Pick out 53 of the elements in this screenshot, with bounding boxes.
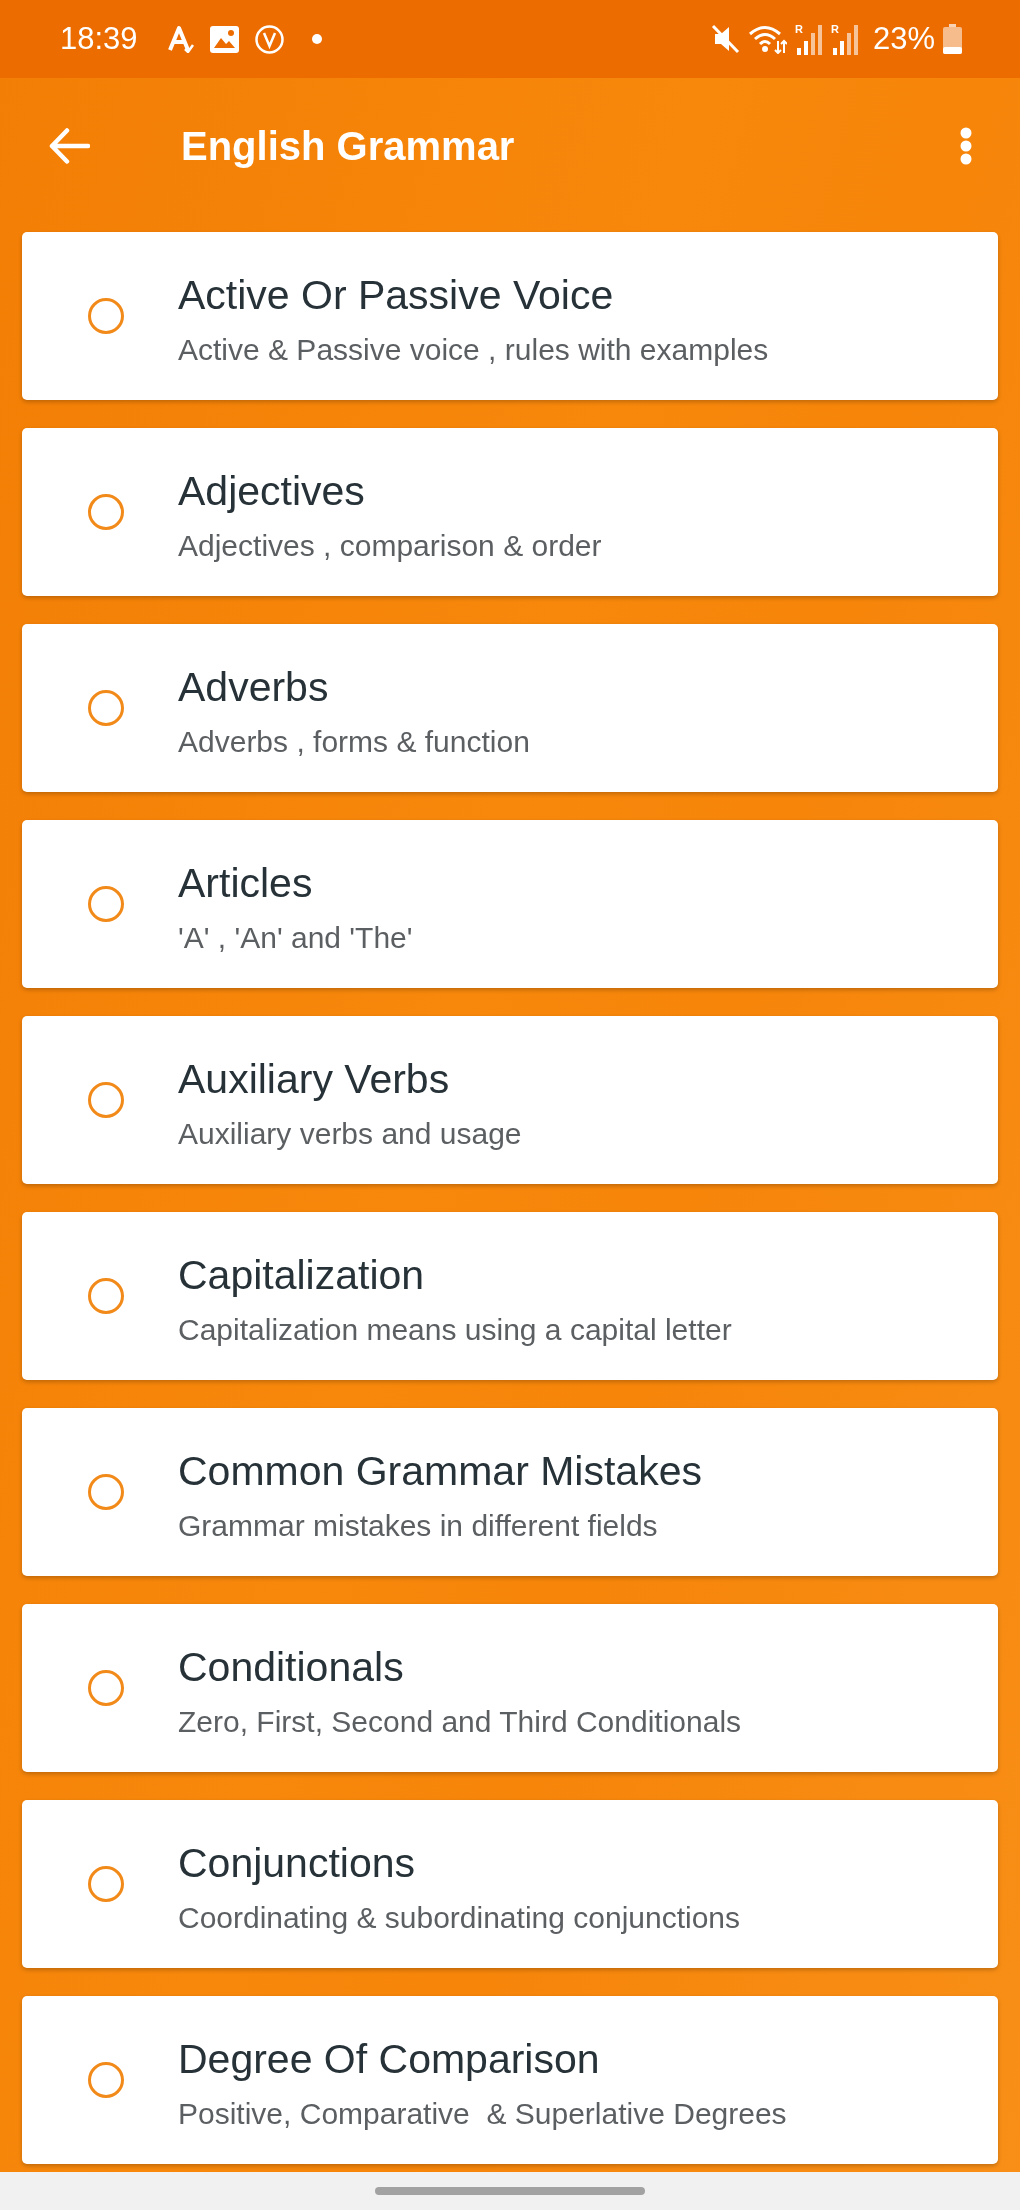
ring-icon — [88, 1866, 124, 1902]
topic-card[interactable]: Common Grammar Mistakes Grammar mistakes in different fields — [22, 1408, 998, 1576]
topic-card[interactable]: Adjectives Adjectives , comparison & order — [22, 428, 998, 596]
ring-icon — [88, 2062, 124, 2098]
topic-card[interactable]: Conditionals Zero, First, Second and Third Conditionals — [22, 1604, 998, 1772]
topic-title: Auxiliary Verbs — [178, 1056, 451, 1102]
topic-title: Conjunctions — [178, 1840, 417, 1886]
mute-icon — [710, 24, 740, 54]
font-icon — [167, 25, 194, 53]
battery-percent: 23% — [872, 21, 935, 57]
ring-icon — [88, 690, 124, 726]
topic-title: Adverbs — [178, 664, 330, 710]
topic-title: Common Grammar Mistakes — [178, 1448, 702, 1494]
topic-description: Active & Passive voice , rules with examples — [178, 333, 769, 367]
topic-description: Auxiliary verbs and usage — [178, 1117, 522, 1151]
dot-icon — [311, 34, 322, 44]
ring-icon — [88, 1278, 124, 1314]
topic-card[interactable]: Degree Of Comparison Positive, Comparative & Superlative Degrees — [22, 1996, 998, 2164]
wifi-icon — [747, 24, 787, 54]
topic-title: Conditionals — [178, 1644, 405, 1690]
back-icon[interactable] — [49, 128, 90, 164]
ring-icon — [88, 886, 124, 922]
topic-title: Active Or Passive Voice — [178, 272, 615, 318]
ring-icon — [88, 494, 124, 530]
topic-title: Adjectives — [178, 468, 366, 514]
topic-description: Zero, First, Second and Third Conditionals — [178, 1705, 742, 1739]
more-icon[interactable] — [960, 127, 972, 165]
topic-description: Adjectives , comparison & order — [178, 529, 602, 563]
topic-description: 'A' , 'An' and 'The' — [178, 921, 413, 955]
battery-icon — [943, 24, 962, 54]
topic-card[interactable]: Conjunctions Coordinating & subordinating conjunctions — [22, 1800, 998, 1968]
home-handle[interactable] — [375, 2187, 645, 2195]
topic-title: Articles — [178, 860, 314, 906]
topic-card[interactable]: Capitalization Capitalization means using a capital letter — [22, 1212, 998, 1380]
topic-description: Coordinating & subordinating conjunctions — [178, 1901, 741, 1935]
topic-card[interactable]: Active Or Passive Voice Active & Passive voice , rules with examples — [22, 232, 998, 400]
status-time: 18:39 — [60, 21, 138, 57]
topic-description: Positive, Comparative & Superlative Degrees — [178, 2097, 787, 2131]
ring-icon — [88, 1670, 124, 1706]
topic-title: Degree Of Comparison — [178, 2036, 601, 2082]
ring-icon — [88, 1474, 124, 1510]
ring-icon — [88, 1082, 124, 1118]
image-icon — [209, 25, 239, 53]
topic-title: Capitalization — [178, 1252, 426, 1298]
topic-card[interactable]: Auxiliary Verbs Auxiliary verbs and usage — [22, 1016, 998, 1184]
topic-description: Adverbs , forms & function — [178, 725, 530, 759]
topic-description: Capitalization means using a capital letter — [178, 1313, 732, 1347]
topic-card[interactable]: Adverbs Adverbs , forms & function — [22, 624, 998, 792]
ring-icon — [88, 298, 124, 334]
topic-card[interactable]: Articles 'A' , 'An' and 'The' — [22, 820, 998, 988]
topic-description: Grammar mistakes in different fields — [178, 1509, 659, 1543]
circled-v-icon — [254, 24, 284, 54]
app-title: English Grammar — [181, 123, 516, 170]
